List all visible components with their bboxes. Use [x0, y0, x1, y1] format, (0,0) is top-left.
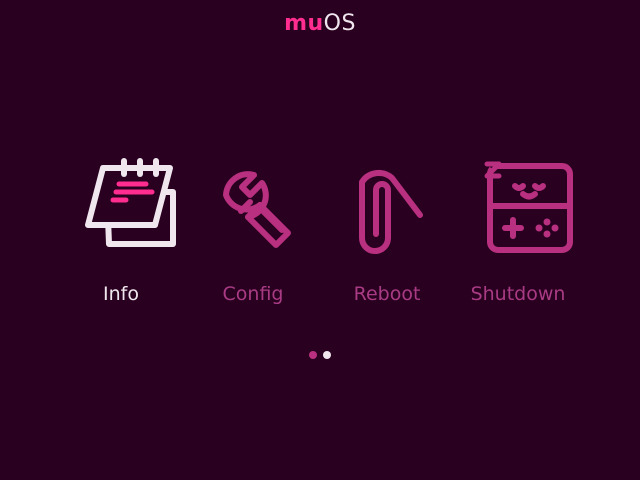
main-menu-screen: muOS Info Config Reboot Shutdown	[0, 0, 640, 480]
menu-item-info[interactable]: Info	[51, 150, 191, 320]
sleeping-gameboy-icon	[484, 161, 573, 253]
menu-item-shutdown-label: Shutdown	[470, 283, 566, 305]
app-title-mu: mu	[284, 11, 324, 36]
app-title-os: OS	[323, 11, 356, 36]
menu-item-shutdown[interactable]: Shutdown	[448, 150, 588, 320]
menu-item-info-label: Info	[103, 283, 139, 305]
menu-item-config-label: Config	[222, 283, 284, 305]
menu-item-reboot[interactable]: Reboot	[317, 150, 457, 320]
page-dot-1[interactable]	[309, 351, 317, 359]
notepad-icon	[85, 158, 176, 247]
page-dot-2[interactable]	[323, 351, 331, 359]
wrench-icon	[223, 171, 291, 248]
menu-item-config[interactable]: Config	[183, 150, 323, 320]
menu-item-reboot-label: Reboot	[353, 283, 421, 305]
page-indicator	[309, 351, 333, 359]
paperclip-icon	[359, 169, 423, 254]
app-title: muOS	[0, 10, 640, 38]
